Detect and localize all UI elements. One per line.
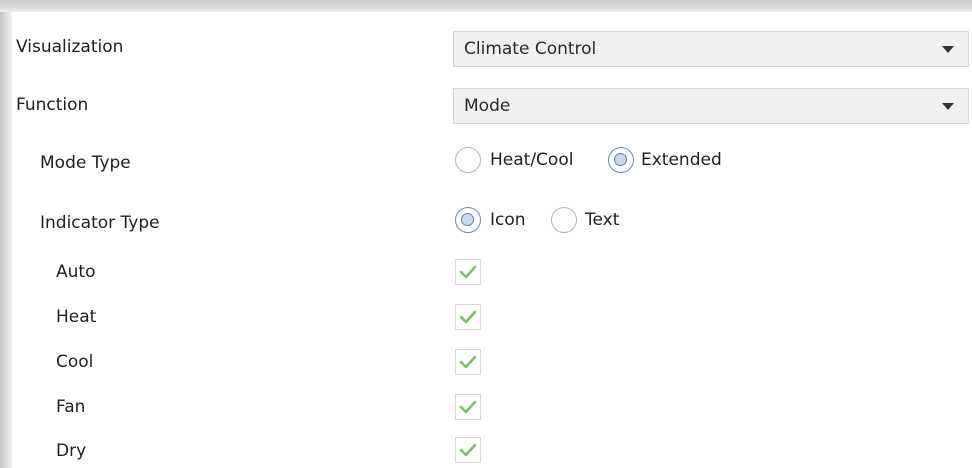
cool-checkbox[interactable]: [455, 349, 481, 375]
auto-label: Auto: [56, 262, 96, 282]
radio-selected-dot: [614, 153, 627, 166]
indicator-type-label: Indicator Type: [40, 213, 160, 233]
window-left-edge: [0, 12, 12, 468]
checkmark-icon: [459, 310, 477, 324]
visualization-select-value: Climate Control: [464, 39, 597, 59]
window-top-edge: [0, 0, 972, 12]
radio-extended[interactable]: [608, 147, 634, 173]
auto-checkbox[interactable]: [455, 259, 481, 285]
fan-label: Fan: [56, 397, 86, 417]
heat-label: Heat: [56, 307, 97, 327]
function-select[interactable]: Mode: [453, 88, 969, 124]
parameters-panel: [12, 12, 972, 468]
dry-label: Dry: [56, 441, 87, 461]
checkmark-icon: [459, 265, 477, 279]
heat-checkbox[interactable]: [455, 304, 481, 330]
function-label: Function: [16, 95, 89, 115]
checkmark-icon: [459, 400, 477, 414]
radio-heat-cool[interactable]: [455, 147, 481, 173]
mode-type-label: Mode Type: [40, 153, 131, 173]
radio-icon-label[interactable]: Icon: [490, 210, 526, 230]
visualization-label: Visualization: [16, 37, 124, 57]
radio-heat-cool-label[interactable]: Heat/Cool: [490, 150, 573, 170]
radio-icon[interactable]: [455, 207, 481, 233]
chevron-down-icon: [942, 46, 954, 53]
visualization-select[interactable]: Climate Control: [453, 31, 969, 67]
radio-extended-label[interactable]: Extended: [641, 150, 722, 170]
cool-label: Cool: [56, 352, 94, 372]
checkmark-icon: [459, 355, 477, 369]
radio-text-label[interactable]: Text: [585, 210, 619, 230]
radio-text[interactable]: [551, 207, 577, 233]
function-select-value: Mode: [464, 96, 511, 116]
dry-checkbox[interactable]: [455, 437, 481, 463]
chevron-down-icon: [942, 103, 954, 110]
radio-selected-dot: [461, 213, 474, 226]
checkmark-icon: [459, 443, 477, 457]
fan-checkbox[interactable]: [455, 394, 481, 420]
